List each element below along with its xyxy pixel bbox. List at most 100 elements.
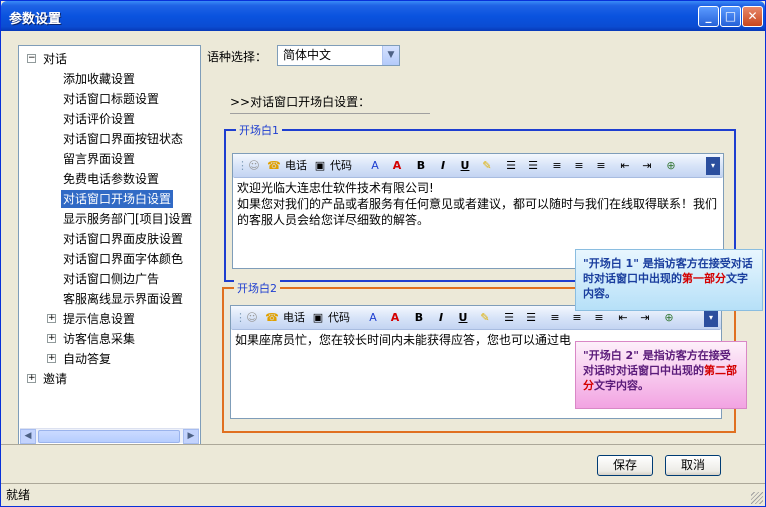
phone-button[interactable]: 电话 [281,309,307,327]
close-icon: ✕ [747,9,758,23]
scroll-right-icon[interactable]: ▶ [183,429,199,444]
code-icon[interactable]: ▣ [313,157,327,175]
opening1-tooltip: "开场白 1" 是指访客方在接受对话时对话窗口中出现的第一部分文字内容。 [575,249,763,311]
align-right-icon[interactable]: ≡ [591,309,607,327]
save-button[interactable]: 保存 [597,455,653,476]
emoji-icon[interactable]: ☺ [243,309,261,327]
underline-button[interactable]: U [457,157,473,175]
phone-button[interactable]: 电话 [283,157,309,175]
expand-icon[interactable]: + [47,314,56,323]
section-title: >>对话窗口开场白设置： [230,95,371,109]
toolbar-grip-icon: ⋮ [235,311,246,324]
italic-button[interactable]: I [433,309,449,327]
window-title: 参数设置 [9,12,62,27]
settings-tree[interactable]: − 对话 添加收藏设置对话窗口标题设置 对话评价设置对话窗口界面按钮状态 留言界面设… [18,45,201,445]
minimize-button[interactable]: _ [698,6,719,27]
highlight-icon[interactable]: ✎ [477,309,493,327]
indent-icon[interactable]: ⇥ [639,157,655,175]
code-icon[interactable]: ▣ [311,309,325,327]
title-bar[interactable]: 参数设置 _ □ ✕ [1,1,765,31]
expand-icon[interactable]: + [27,374,36,383]
language-value: 简体中文 [283,48,332,62]
language-select[interactable]: 简体中文 ▼ [277,45,400,66]
tree-item-invite[interactable]: 邀请 [41,370,69,388]
bold-button[interactable]: B [411,309,427,327]
tree-item[interactable]: 对话评价设置 [61,110,137,128]
toolbar-grip-icon: ⋮ [237,159,248,172]
tree-item[interactable]: 客服离线显示界面设置 [61,290,185,308]
tree-item[interactable]: 添加收藏设置 [61,70,137,88]
bullet-list-icon[interactable]: ☰ [525,157,541,175]
bullet-list-icon[interactable]: ☰ [523,309,539,327]
ordered-list-icon[interactable]: ☰ [503,157,519,175]
section-divider [230,113,430,114]
tip2-end: 文字内容。 [594,379,649,392]
expand-icon[interactable]: + [47,334,56,343]
tree-item[interactable]: 对话窗口界面皮肤设置 [61,230,185,248]
highlight-icon[interactable]: ✎ [479,157,495,175]
underline-button[interactable]: U [455,309,471,327]
align-right-icon[interactable]: ≡ [593,157,609,175]
phone-icon[interactable]: ☎ [263,309,281,327]
code-button[interactable]: 代码 [328,157,354,175]
tree-item-auto-reply[interactable]: 自动答复 [61,350,113,368]
tree-item[interactable]: 对话窗口界面字体颜色 [61,250,185,268]
horizontal-scrollbar[interactable]: ◀ ▶ [20,428,199,444]
outdent-icon[interactable]: ⇤ [617,157,633,175]
dropdown-arrow-icon[interactable]: ▼ [382,46,399,65]
footer-divider [1,444,765,445]
scroll-left-icon[interactable]: ◀ [20,429,36,444]
settings-window: 参数设置 _ □ ✕ − 对话 添加收藏设置对话窗口标题设置 对话评价设置对话窗口… [0,0,766,507]
phone-icon[interactable]: ☎ [265,157,283,175]
resize-grip-icon[interactable] [751,492,763,504]
tree-item-dialog[interactable]: 对话 [41,50,69,68]
toolbar-overflow-icon[interactable]: ▾ [706,157,720,175]
italic-button[interactable]: I [435,157,451,175]
code-button[interactable]: 代码 [326,309,352,327]
font-size-icon[interactable]: A [367,157,383,175]
collapse-icon[interactable]: − [27,54,36,63]
font-color-icon[interactable]: A [387,309,403,327]
align-left-icon[interactable]: ≡ [549,157,565,175]
link-icon[interactable]: ⊕ [663,157,679,175]
tree-item[interactable]: 对话窗口界面按钮状态 [61,130,185,148]
tip1-name: "开场白 1" [583,257,643,270]
minimize-icon: _ [705,9,712,23]
emoji-icon[interactable]: ☺ [245,157,263,175]
align-left-icon[interactable]: ≡ [547,309,563,327]
bold-button[interactable]: B [413,157,429,175]
opening2-legend: 开场白2 [234,280,280,296]
language-label: 语种选择： [207,50,268,64]
align-center-icon[interactable]: ≡ [571,157,587,175]
tree-item[interactable]: 留言界面设置 [61,150,137,168]
tree-item[interactable]: 免费电话参数设置 [61,170,161,188]
outdent-icon[interactable]: ⇤ [615,309,631,327]
tip2-name: "开场白 2" [583,349,643,362]
opening1-toolbar: ⋮ ☺ ☎ 电话 ▣ 代码 A A B I U ✎ ☰ ☰ ≡ ≡ ≡ ⇤ ⇥ … [233,154,723,178]
tip1-part: 第一部分 [682,272,726,285]
indent-icon[interactable]: ⇥ [637,309,653,327]
tree-item-prompt-settings[interactable]: 提示信息设置 [61,310,137,328]
status-text: 就绪 [6,488,31,502]
opening2-tooltip: "开场白 2" 是指访客方在接受对话时对话窗口中出现的第二部分文字内容。 [575,341,747,409]
tree-item[interactable]: 对话窗口开场白设置 [61,190,174,208]
maximize-icon: □ [724,9,737,23]
toolbar-overflow-icon[interactable]: ▾ [704,309,718,327]
tree-item[interactable]: 显示服务部门[项目]设置 [61,210,194,228]
tree-item[interactable]: 对话窗口侧边广告 [61,270,161,288]
close-button[interactable]: ✕ [742,6,763,27]
maximize-button[interactable]: □ [720,6,741,27]
expand-icon[interactable]: + [47,354,56,363]
opening1-legend: 开场白1 [236,122,282,138]
cancel-button[interactable]: 取消 [665,455,721,476]
status-bar: 就绪 [1,483,765,506]
align-center-icon[interactable]: ≡ [569,309,585,327]
scroll-thumb[interactable] [38,430,180,443]
opening1-text[interactable]: 欢迎光临大连忠仕软件技术有限公司! 如果您对我们的产品或者服务有任何意见或者建议… [237,180,721,228]
font-color-icon[interactable]: A [389,157,405,175]
tree-item[interactable]: 对话窗口标题设置 [61,90,161,108]
font-size-icon[interactable]: A [365,309,381,327]
link-icon[interactable]: ⊕ [661,309,677,327]
tree-item-visitor-info[interactable]: 访客信息采集 [61,330,137,348]
ordered-list-icon[interactable]: ☰ [501,309,517,327]
